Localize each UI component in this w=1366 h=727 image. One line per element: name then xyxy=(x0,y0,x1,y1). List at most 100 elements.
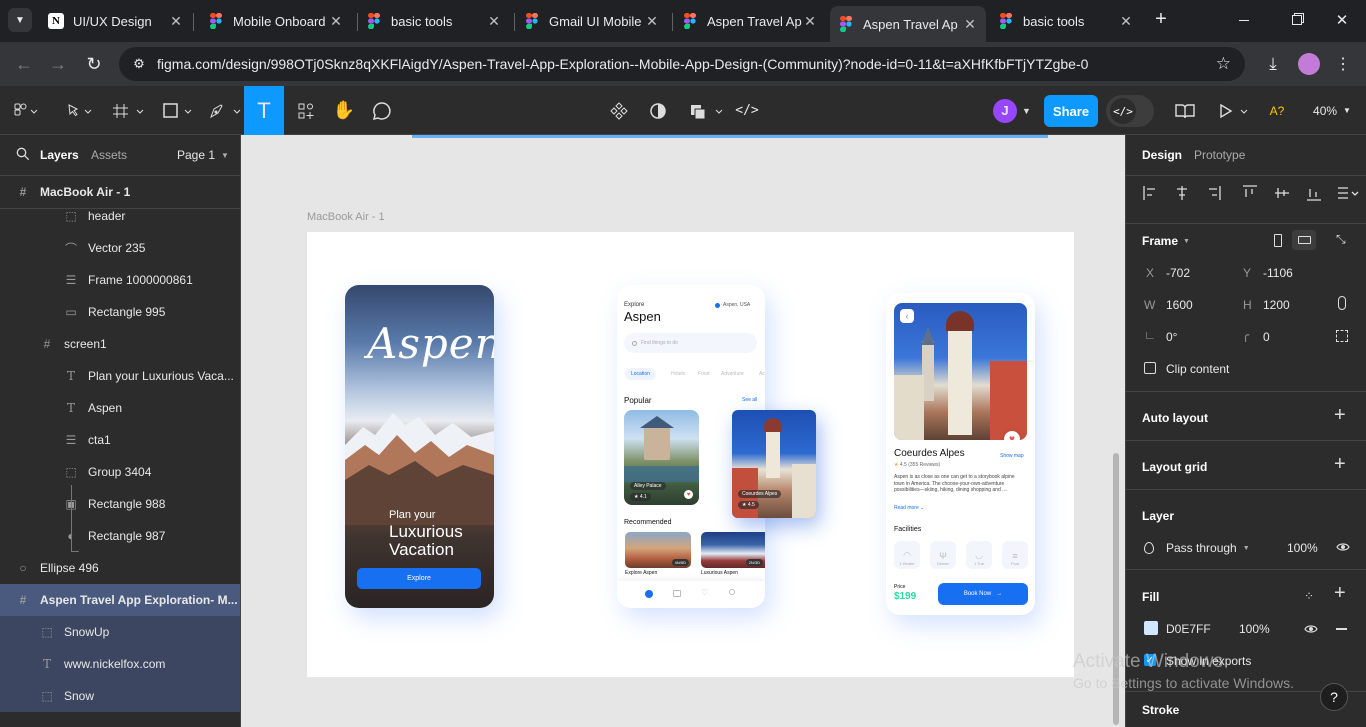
mask-button[interactable] xyxy=(641,86,675,135)
back-button[interactable]: ← xyxy=(12,52,36,76)
browser-tab[interactable]: basic tools ✕ xyxy=(990,6,1142,36)
location-picker[interactable]: Aspen, USA xyxy=(715,302,750,308)
user-avatar[interactable]: J ▼ xyxy=(988,86,1036,135)
close-tab-icon[interactable]: ✕ xyxy=(168,13,184,29)
reload-button[interactable]: ↻ xyxy=(82,52,106,76)
layer-row[interactable]: ○ Ellipse 496 xyxy=(0,552,240,584)
forward-button[interactable]: → xyxy=(46,52,70,76)
corner-radius-field[interactable]: 0 xyxy=(1263,330,1270,344)
back-icon[interactable]: ‹ xyxy=(900,309,914,323)
fill-opacity-field[interactable]: 100% xyxy=(1239,622,1270,636)
detail-screen[interactable]: ‹ ♥ Coeurdes Alpes Show map ★ 4.5 (355 R… xyxy=(886,293,1035,615)
popular-card[interactable]: Alley Palace ★ 4.1 ♥ xyxy=(624,410,699,505)
layer-row[interactable]: ⬚ header xyxy=(0,200,240,232)
explore-button[interactable]: Explore xyxy=(357,568,481,589)
frame-tool[interactable] xyxy=(108,86,148,135)
browser-tab[interactable]: basic tools ✕ xyxy=(358,6,510,36)
macbook-frame[interactable]: Aspen Plan your Luxurious Vacation Explo… xyxy=(307,232,1074,677)
page-selector[interactable]: Page 1 ▼ xyxy=(177,148,229,162)
layers-search-icon[interactable] xyxy=(16,147,32,163)
dev-mode-code-button[interactable]: </> xyxy=(732,86,762,135)
layer-opacity-field[interactable]: 100% xyxy=(1287,541,1318,555)
ticket-nav-icon[interactable] xyxy=(673,590,681,597)
omnibox[interactable]: ⚙ figma.com/design/998OTj0Sknz8qXKFlAigd… xyxy=(119,47,1245,81)
close-tab-icon[interactable]: ✕ xyxy=(1118,13,1134,29)
layer-row[interactable]: # Aspen Travel App Exploration- M... xyxy=(0,584,240,616)
clip-content-checkbox[interactable] xyxy=(1144,362,1156,374)
facility-item[interactable]: ≡ Pool xyxy=(1002,541,1028,569)
add-auto-layout-button[interactable]: + xyxy=(1334,404,1346,427)
resources-tool[interactable] xyxy=(288,86,324,135)
x-field[interactable]: -702 xyxy=(1166,266,1190,280)
remove-fill-button[interactable] xyxy=(1336,628,1347,630)
close-tab-icon[interactable]: ✕ xyxy=(802,13,818,29)
browser-tab[interactable]: Mobile Onboard ✕ xyxy=(200,6,352,36)
alignment-icons[interactable] xyxy=(1142,184,1360,202)
home-nav-icon[interactable] xyxy=(645,590,653,598)
category-chip[interactable]: Food xyxy=(698,371,709,377)
recommended-card[interactable]: 2N/3D xyxy=(701,532,765,568)
layer-row[interactable]: ◐Rectangle 987 xyxy=(0,520,240,552)
browser-menu-button[interactable]: ⋮ xyxy=(1333,52,1353,76)
tab-search-button[interactable]: ▼ xyxy=(8,8,32,32)
layer-row[interactable]: T Plan your Luxurious Vaca... xyxy=(0,360,240,392)
profile-nav-icon[interactable] xyxy=(729,589,735,595)
shape-tool[interactable] xyxy=(158,86,198,135)
new-tab-button[interactable]: + xyxy=(1150,8,1172,30)
frame-label[interactable]: MacBook Air - 1 xyxy=(307,211,385,223)
layer-row[interactable]: ⌒ Vector 235 xyxy=(0,232,240,264)
layer-row[interactable]: ⬚ Group 3404 xyxy=(0,456,240,488)
eye-icon[interactable] xyxy=(1336,540,1350,558)
tab-design[interactable]: Design xyxy=(1142,148,1182,162)
see-all-link[interactable]: See all xyxy=(742,397,757,403)
landscape-toggle[interactable] xyxy=(1292,230,1316,250)
profile-avatar[interactable] xyxy=(1298,53,1320,75)
close-tab-icon[interactable]: ✕ xyxy=(644,13,660,29)
close-tab-icon[interactable]: ✕ xyxy=(486,13,502,29)
hand-tool[interactable]: ✋ xyxy=(326,86,362,135)
tab-prototype[interactable]: Prototype xyxy=(1194,148,1245,162)
browser-tab[interactable]: Gmail UI Mobile ✕ xyxy=(516,6,668,36)
add-layout-grid-button[interactable]: + xyxy=(1334,453,1346,476)
layer-row[interactable]: # screen1 xyxy=(0,328,240,360)
browser-tab[interactable]: N UI/UX Design ✕ xyxy=(40,6,192,36)
layer-row[interactable]: ▣Rectangle 988 xyxy=(0,488,240,520)
comment-tool[interactable] xyxy=(364,86,400,135)
y-field[interactable]: -1106 xyxy=(1263,266,1293,280)
share-button[interactable]: Share xyxy=(1044,95,1098,127)
main-menu-button[interactable] xyxy=(8,86,44,135)
constrain-proportions-icon[interactable] xyxy=(1338,296,1346,310)
floating-place-card[interactable]: Coeurdes Alpes ★ 4.5 xyxy=(732,410,816,518)
facility-item[interactable]: ◠ 1 Heater xyxy=(894,541,920,569)
blend-mode-dropdown[interactable]: Pass through ▼ xyxy=(1166,541,1250,555)
help-button[interactable]: ? xyxy=(1320,683,1348,711)
text-tool[interactable]: T xyxy=(244,86,284,135)
site-settings-icon[interactable]: ⚙ xyxy=(131,56,147,72)
read-more-link[interactable]: Read more ⌄ xyxy=(894,505,924,511)
close-window-button[interactable]: ✕ xyxy=(1330,8,1354,32)
independent-corners-icon[interactable] xyxy=(1336,330,1348,342)
heart-nav-icon[interactable]: ♡ xyxy=(701,588,708,597)
portrait-toggle[interactable] xyxy=(1274,234,1282,247)
dev-mode-toggle[interactable]: </> xyxy=(1106,95,1154,127)
show-in-exports-checkbox[interactable]: ✓ xyxy=(1144,654,1156,666)
restore-button[interactable] xyxy=(1285,8,1309,32)
frame-preset-dropdown[interactable]: Frame ▼ xyxy=(1142,234,1190,248)
show-map-link[interactable]: Show map xyxy=(1000,453,1024,459)
width-field[interactable]: 1600 xyxy=(1166,298,1193,312)
browser-tab[interactable]: Aspen Travel Ap ✕ xyxy=(674,6,826,36)
present-button[interactable] xyxy=(1214,86,1254,135)
recommended-card[interactable]: 4N/5D xyxy=(625,532,691,568)
move-tool[interactable] xyxy=(60,86,96,135)
layer-row[interactable]: ☰ cta1 xyxy=(0,424,240,456)
category-chip-active[interactable]: Location xyxy=(625,368,656,380)
bookmark-star-icon[interactable]: ☆ xyxy=(1216,54,1231,74)
tab-layers[interactable]: Layers xyxy=(40,148,79,162)
facility-item[interactable]: ◡ 1 Tub xyxy=(966,541,992,569)
fill-swatch[interactable] xyxy=(1144,621,1158,635)
book-now-button[interactable]: Book Now → xyxy=(938,583,1028,605)
layer-row[interactable]: Twww.nickelfox.com xyxy=(0,648,240,680)
eye-icon[interactable] xyxy=(1304,622,1318,640)
missing-fonts-button[interactable]: A? xyxy=(1264,86,1290,135)
style-grid-icon[interactable]: ⁘ xyxy=(1304,589,1314,603)
